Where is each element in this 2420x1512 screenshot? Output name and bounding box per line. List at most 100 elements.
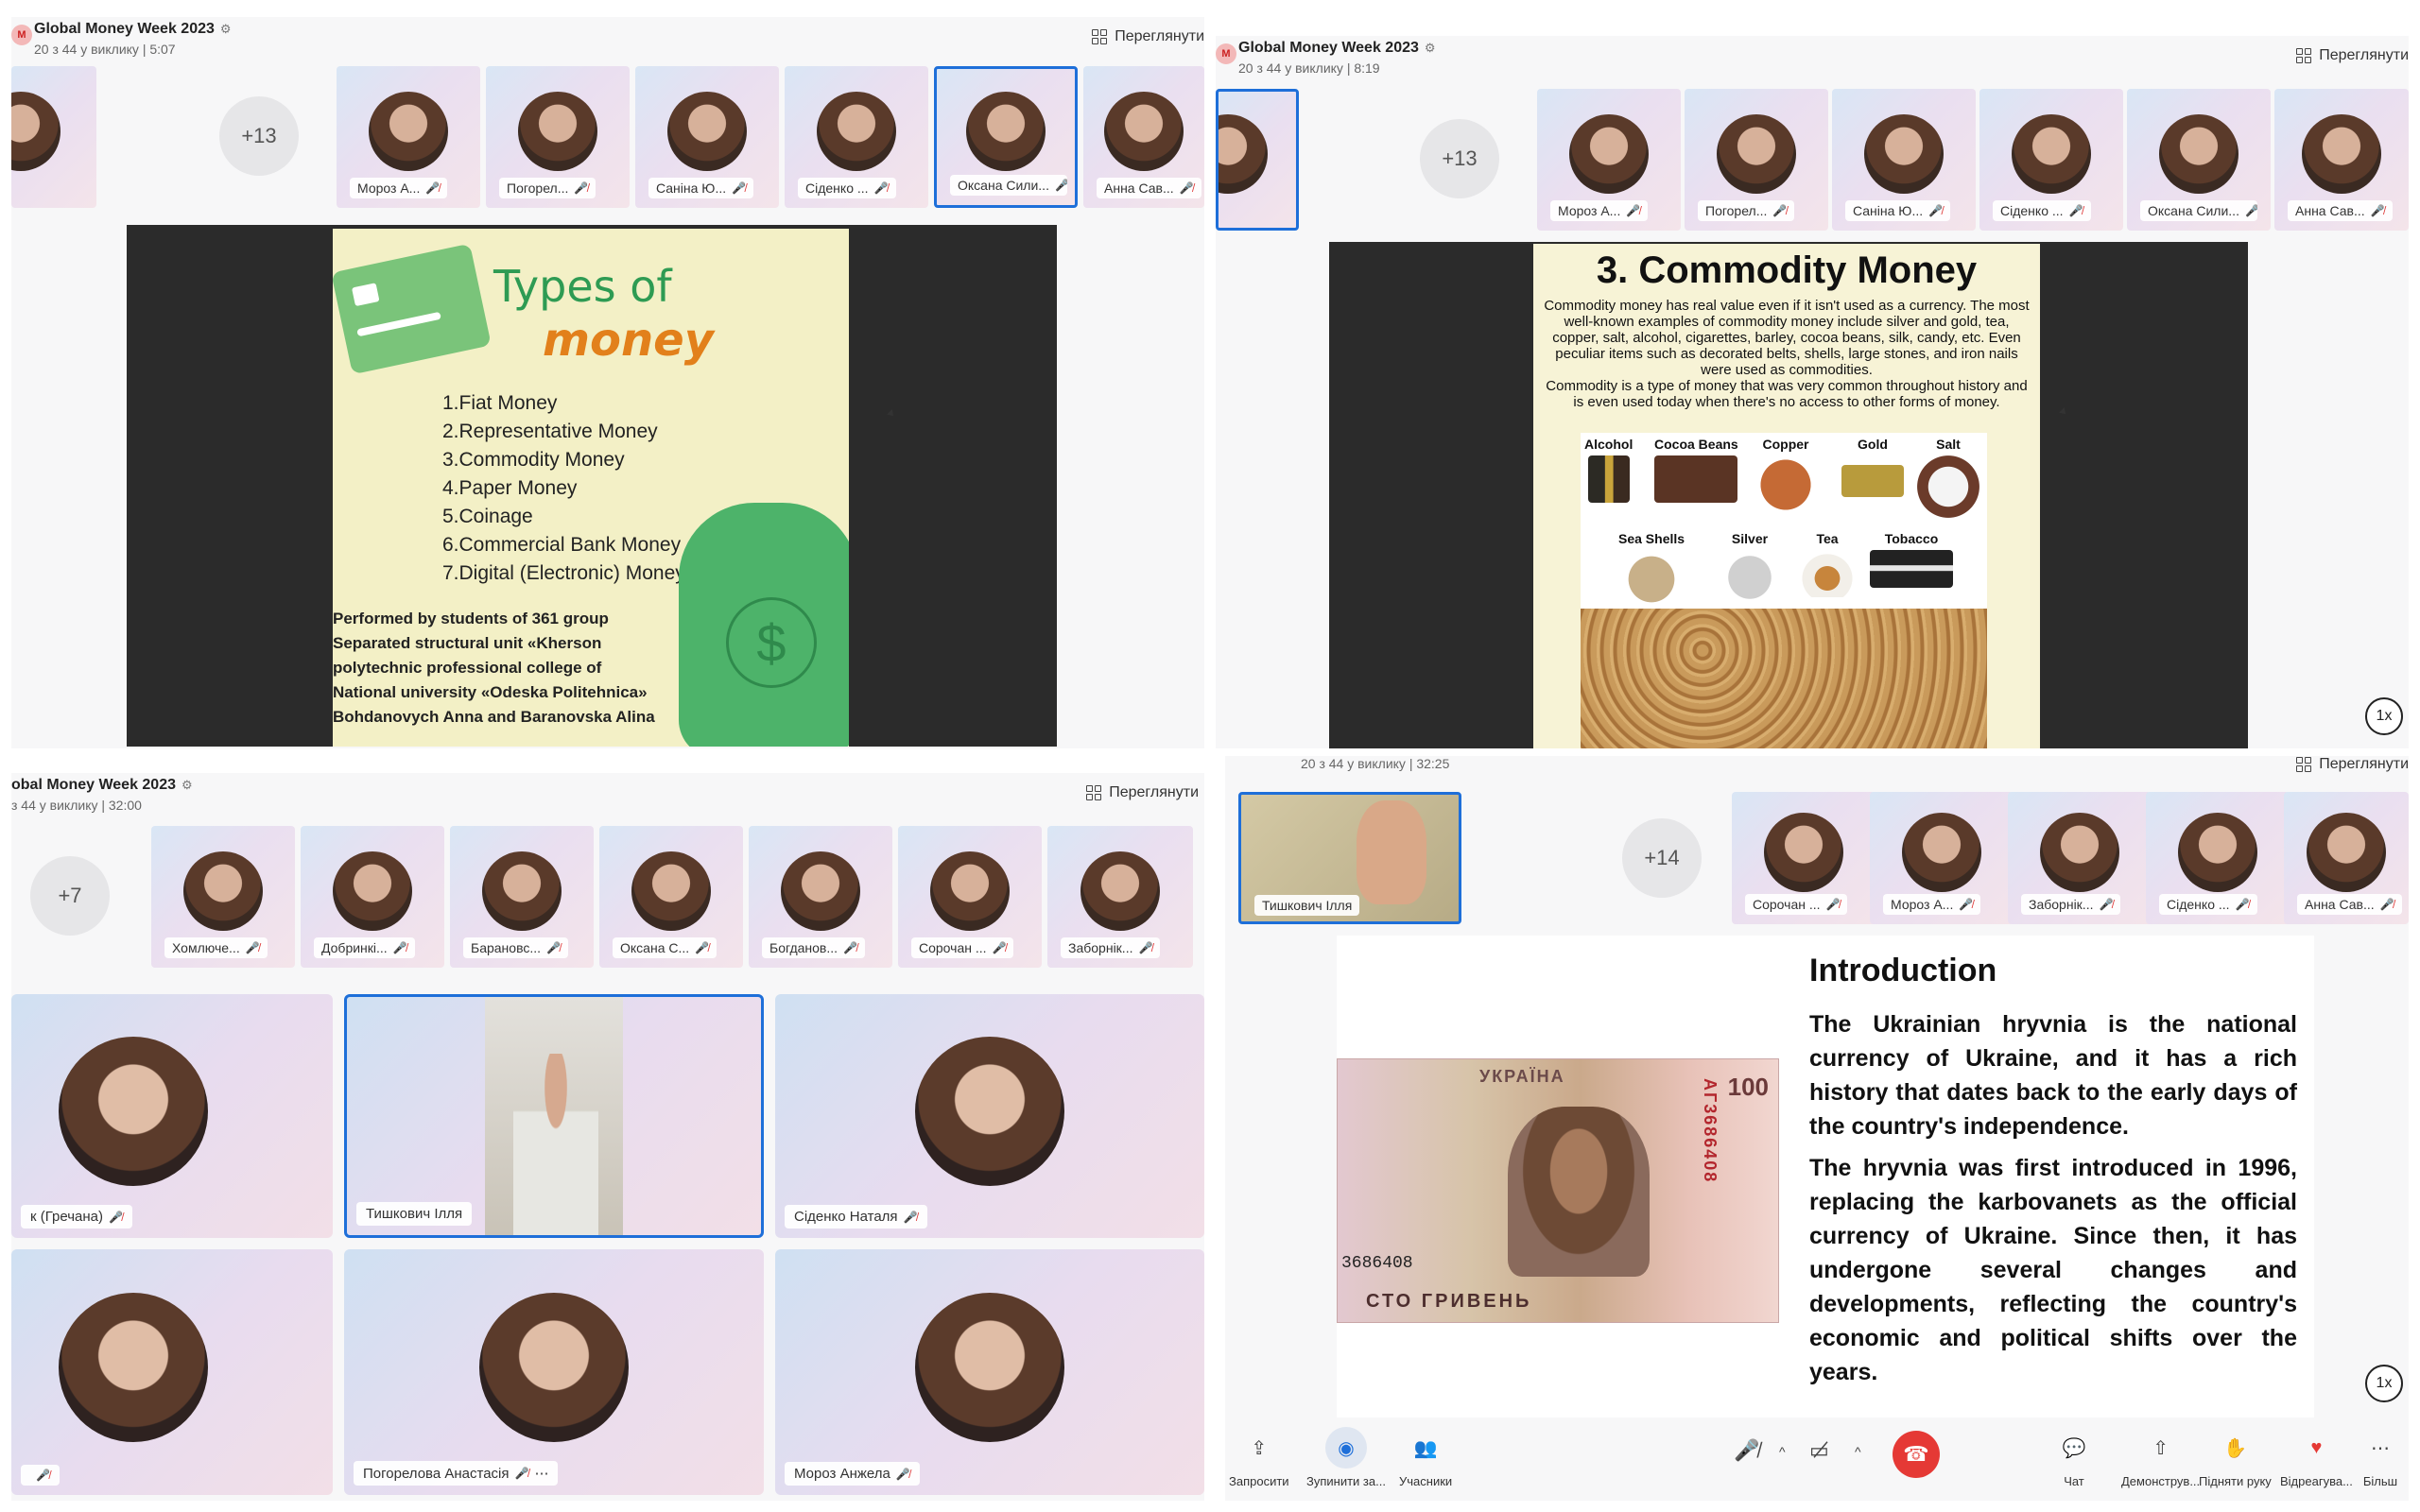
camera-options-chevron[interactable]: ^ bbox=[1855, 1444, 1861, 1459]
more-participants-button[interactable]: +7 bbox=[30, 856, 110, 936]
grid-icon bbox=[1092, 29, 1108, 44]
call-status: 20 з 44 у виклику | 32:25 bbox=[1301, 756, 1450, 771]
call-header: obal Money Week 2023 ⚙ з 44 у виклику | 3… bbox=[11, 773, 1204, 820]
participant-thumb[interactable]: Оксана Сили... 🎤̸ bbox=[2127, 89, 2271, 231]
video-tile[interactable]: к (Гречана) 🎤̸ bbox=[11, 994, 333, 1238]
commodity-item: Cocoa Beans bbox=[1654, 437, 1738, 503]
view-button[interactable]: Переглянути bbox=[1086, 784, 1199, 801]
playback-speed-button[interactable]: 1x bbox=[2365, 697, 2403, 735]
chat-button[interactable]: 💬 Чат bbox=[2053, 1427, 2095, 1489]
mic-off-icon: 🎤̸ bbox=[843, 941, 857, 954]
mic-off-icon: 🎤̸ bbox=[1825, 898, 1841, 911]
commodity-item: Sea Shells bbox=[1618, 531, 1685, 609]
presentation-slide: 3. Commodity Money Commodity money has r… bbox=[1533, 244, 2040, 748]
participant-thumb-selected[interactable] bbox=[1216, 89, 1299, 231]
participant-thumb[interactable]: Заборнік... 🎤̸ bbox=[2008, 792, 2152, 924]
camera-toggle-button[interactable]: ▭̸ bbox=[1809, 1438, 1829, 1463]
participant-thumb[interactable]: Заборнік... 🎤̸ bbox=[1047, 826, 1193, 968]
call-title: Global Money Week 2023 ⚙ bbox=[34, 21, 232, 37]
dollar-icon: $ bbox=[726, 597, 817, 688]
grid-icon bbox=[1086, 785, 1102, 800]
list-item: 1.Fiat Money bbox=[442, 392, 558, 414]
slide-credits: Performed by students of 361 group Separ… bbox=[333, 610, 655, 726]
video-tile[interactable]: Мороз Анжела 🎤̸ bbox=[775, 1249, 1204, 1495]
camera-off-icon: ▭̸ bbox=[1809, 1438, 1829, 1462]
participant-thumb[interactable]: Анна Сав... 🎤̸ bbox=[1083, 66, 1204, 208]
participant-thumb[interactable]: Сорочан ... 🎤̸ bbox=[898, 826, 1042, 968]
more-participants-button[interactable]: +13 bbox=[219, 96, 299, 176]
commodity-item: Salt bbox=[1917, 437, 1979, 518]
participant-thumb[interactable]: Добринкі... 🎤̸ bbox=[301, 826, 444, 968]
video-tile[interactable]: Погорелова Анастасія 🎤̸ ⋯ bbox=[344, 1249, 764, 1495]
mic-off-icon: 🎤̸ bbox=[732, 181, 747, 195]
list-item: 7.Digital (Electronic) Money bbox=[442, 562, 685, 584]
participant-thumb[interactable]: Богданов... 🎤̸ bbox=[749, 826, 892, 968]
active-speaker-video[interactable]: Тишкович Ілля bbox=[1238, 792, 1461, 924]
stop-sharing-button[interactable]: ◉ Зупинити за... bbox=[1306, 1427, 1386, 1488]
video-tile[interactable]: 🎤̸ bbox=[11, 1249, 333, 1495]
commodity-item: Silver bbox=[1722, 531, 1777, 605]
call-header: M Global Money Week 2023 ⚙ 20 з 44 у викл… bbox=[1216, 36, 2409, 83]
invite-button[interactable]: ⇪ Запросити bbox=[1229, 1427, 1289, 1489]
participant-thumb[interactable]: Сіденко ... 🎤̸ bbox=[785, 66, 928, 208]
participant-thumb[interactable]: Погорел... 🎤̸ bbox=[486, 66, 630, 208]
participant-thumb[interactable]: Анна Сав... 🎤̸ bbox=[2284, 792, 2409, 924]
call-window-4: 20 з 44 у виклику | 32:25 Переглянути Ти… bbox=[1225, 756, 2409, 1501]
video-tile[interactable]: Сіденко Наталя 🎤̸ bbox=[775, 994, 1204, 1238]
settings-icon[interactable]: ⚙ bbox=[182, 778, 193, 792]
commodity-item: Alcohol bbox=[1584, 437, 1633, 503]
video-tile-active-speaker[interactable]: Тишкович Ілля bbox=[344, 994, 764, 1238]
slide-paragraph: The Ukrainian hryvnia is the national cu… bbox=[1809, 1011, 2297, 1140]
commodity-item: Copper bbox=[1756, 437, 1815, 514]
settings-icon[interactable]: ⚙ bbox=[1425, 41, 1436, 55]
mic-off-icon: 🎤̸ bbox=[2068, 204, 2083, 217]
presentation-slide: Types of money 1.Fiat Money 2.Representa… bbox=[333, 229, 849, 747]
participant-thumb[interactable]: Анна Сав... 🎤̸ bbox=[2274, 89, 2409, 231]
hang-up-button[interactable]: ☎ bbox=[1893, 1431, 1940, 1478]
participant-thumb[interactable]: Хомлюче... 🎤̸ bbox=[151, 826, 295, 968]
participant-thumb[interactable]: Сіденко ... 🎤̸ bbox=[2146, 792, 2290, 924]
mouse-cursor bbox=[887, 409, 896, 419]
participant-thumb[interactable]: Погорел... 🎤̸ bbox=[1685, 89, 1828, 231]
mic-off-icon: 🎤̸ bbox=[392, 941, 407, 954]
participant-strip: +13 Мороз А... 🎤̸ Погорел... 🎤̸ Саніна Ю..… bbox=[1216, 89, 2409, 231]
participant-thumb-selected[interactable]: Оксана Сили...🎤̸ bbox=[934, 66, 1078, 208]
mic-off-icon: 🎤̸ bbox=[2235, 898, 2250, 911]
playback-speed-button[interactable]: 1x bbox=[2365, 1365, 2403, 1402]
more-icon[interactable]: ⋯ bbox=[534, 1465, 548, 1482]
settings-icon[interactable]: ⚙ bbox=[220, 22, 232, 36]
participant-thumb[interactable]: Мороз А... 🎤̸ bbox=[1870, 792, 2014, 924]
participants-button[interactable]: 👥 Учасники bbox=[1399, 1427, 1452, 1489]
share-screen-button[interactable]: ⇧ Демонструв... bbox=[2121, 1427, 2200, 1489]
participant-thumb[interactable]: Мороз А... 🎤̸ bbox=[337, 66, 480, 208]
participant-thumb[interactable]: Саніна Ю... 🎤̸ bbox=[1832, 89, 1976, 231]
view-button[interactable]: Переглянути bbox=[2296, 756, 2409, 773]
participant-thumb[interactable]: Саніна Ю... 🎤̸ bbox=[635, 66, 779, 208]
participant-thumb[interactable]: Сорочан ... 🎤̸ bbox=[1732, 792, 1876, 924]
more-participants-button[interactable]: +14 bbox=[1622, 818, 1702, 898]
mic-off-icon: 🎤̸ bbox=[245, 941, 260, 954]
participant-strip: Сорочан ... 🎤̸ Мороз А... 🎤̸ Заборнік... 🎤̸… bbox=[1732, 792, 2409, 928]
participant-thumb[interactable]: Сіденко ... 🎤̸ bbox=[1979, 89, 2123, 231]
mic-off-icon: 🎤̸ bbox=[1959, 898, 1974, 911]
participant-thumb[interactable]: Оксана С... 🎤̸ bbox=[599, 826, 743, 968]
mic-options-chevron[interactable]: ^ bbox=[1779, 1444, 1786, 1459]
view-button[interactable]: Переглянути bbox=[2296, 47, 2409, 64]
more-button[interactable]: ⋯ Більш bbox=[2360, 1427, 2401, 1489]
mic-off-icon: 🎤̸ bbox=[1179, 181, 1194, 195]
call-toolbar: ⇪ Запросити ◉ Зупинити за... 👥 Учасники 🎤̸ … bbox=[1225, 1418, 2409, 1501]
call-window-3: obal Money Week 2023 ⚙ з 44 у виклику | 3… bbox=[11, 773, 1204, 1501]
more-participants-button[interactable]: +13 bbox=[1420, 119, 1499, 198]
participant-thumb[interactable] bbox=[11, 66, 96, 208]
react-button[interactable]: ♥ Відреагува... bbox=[2280, 1427, 2353, 1489]
money-types-list: 1.Fiat Money 2.Representative Money 3.Co… bbox=[442, 389, 685, 588]
participant-thumb[interactable]: Барановс... 🎤̸ bbox=[450, 826, 594, 968]
participant-thumb[interactable]: Мороз А... 🎤̸ bbox=[1537, 89, 1681, 231]
mic-off-icon: 🎤̸ bbox=[546, 941, 561, 954]
raise-hand-button[interactable]: ✋ Підняти руку bbox=[2199, 1427, 2272, 1489]
mic-toggle-button[interactable]: 🎤̸ bbox=[1734, 1438, 1759, 1463]
commodity-item: Tea bbox=[1798, 531, 1857, 597]
mic-off-icon: 🎤̸ bbox=[514, 1467, 529, 1480]
call-header: M Global Money Week 2023 ⚙ 20 з 44 у викл… bbox=[11, 17, 1204, 64]
view-button[interactable]: Переглянути bbox=[1092, 28, 1204, 45]
